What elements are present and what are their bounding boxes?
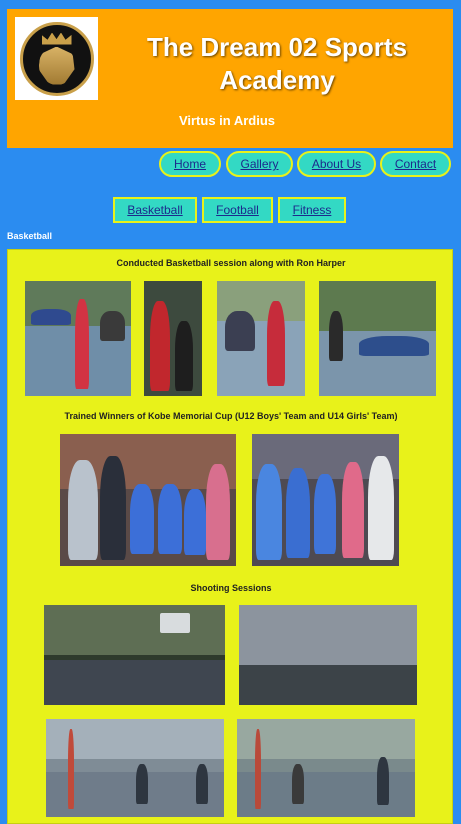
lion-crown-logo-icon: [19, 21, 94, 96]
site-title: The Dream 02 Sports Academy: [146, 32, 408, 95]
photo-session-1[interactable]: [25, 281, 131, 396]
photo-shooting-2[interactable]: [239, 605, 417, 705]
nav-contact-button[interactable]: Contact: [380, 151, 451, 177]
photo-session-4[interactable]: [319, 281, 436, 396]
site-motto: Virtus in Ardius: [178, 113, 276, 128]
sport-football-button[interactable]: Football: [202, 197, 273, 223]
photo-session-3[interactable]: [217, 281, 305, 396]
section-heading: Basketball: [7, 231, 53, 241]
lion-icon: [38, 46, 75, 85]
caption-shooting: Shooting Sessions: [190, 583, 272, 593]
photo-kobe-girls[interactable]: [252, 434, 399, 566]
academy-logo[interactable]: [15, 17, 98, 100]
basketball-gallery-panel: Conducted Basketball session along with …: [7, 249, 453, 824]
caption-kobe-cup: Trained Winners of Kobe Memorial Cup (U1…: [64, 411, 398, 421]
crown-icon: [41, 32, 72, 45]
sport-basketball-button[interactable]: Basketball: [113, 197, 197, 223]
caption-ron-harper: Conducted Basketball session along with …: [116, 258, 346, 268]
photo-shooting-1[interactable]: [44, 605, 225, 705]
photo-shooting-4[interactable]: [237, 719, 415, 817]
photo-kobe-boys[interactable]: [60, 434, 236, 566]
nav-about-button[interactable]: About Us: [297, 151, 376, 177]
nav-gallery-button[interactable]: Gallery: [226, 151, 293, 177]
sport-fitness-button[interactable]: Fitness: [278, 197, 346, 223]
site-header: The Dream 02 Sports Academy Virtus in Ar…: [7, 9, 453, 148]
photo-session-2[interactable]: [144, 281, 202, 396]
nav-home-button[interactable]: Home: [159, 151, 221, 177]
photo-shooting-3[interactable]: [46, 719, 224, 817]
